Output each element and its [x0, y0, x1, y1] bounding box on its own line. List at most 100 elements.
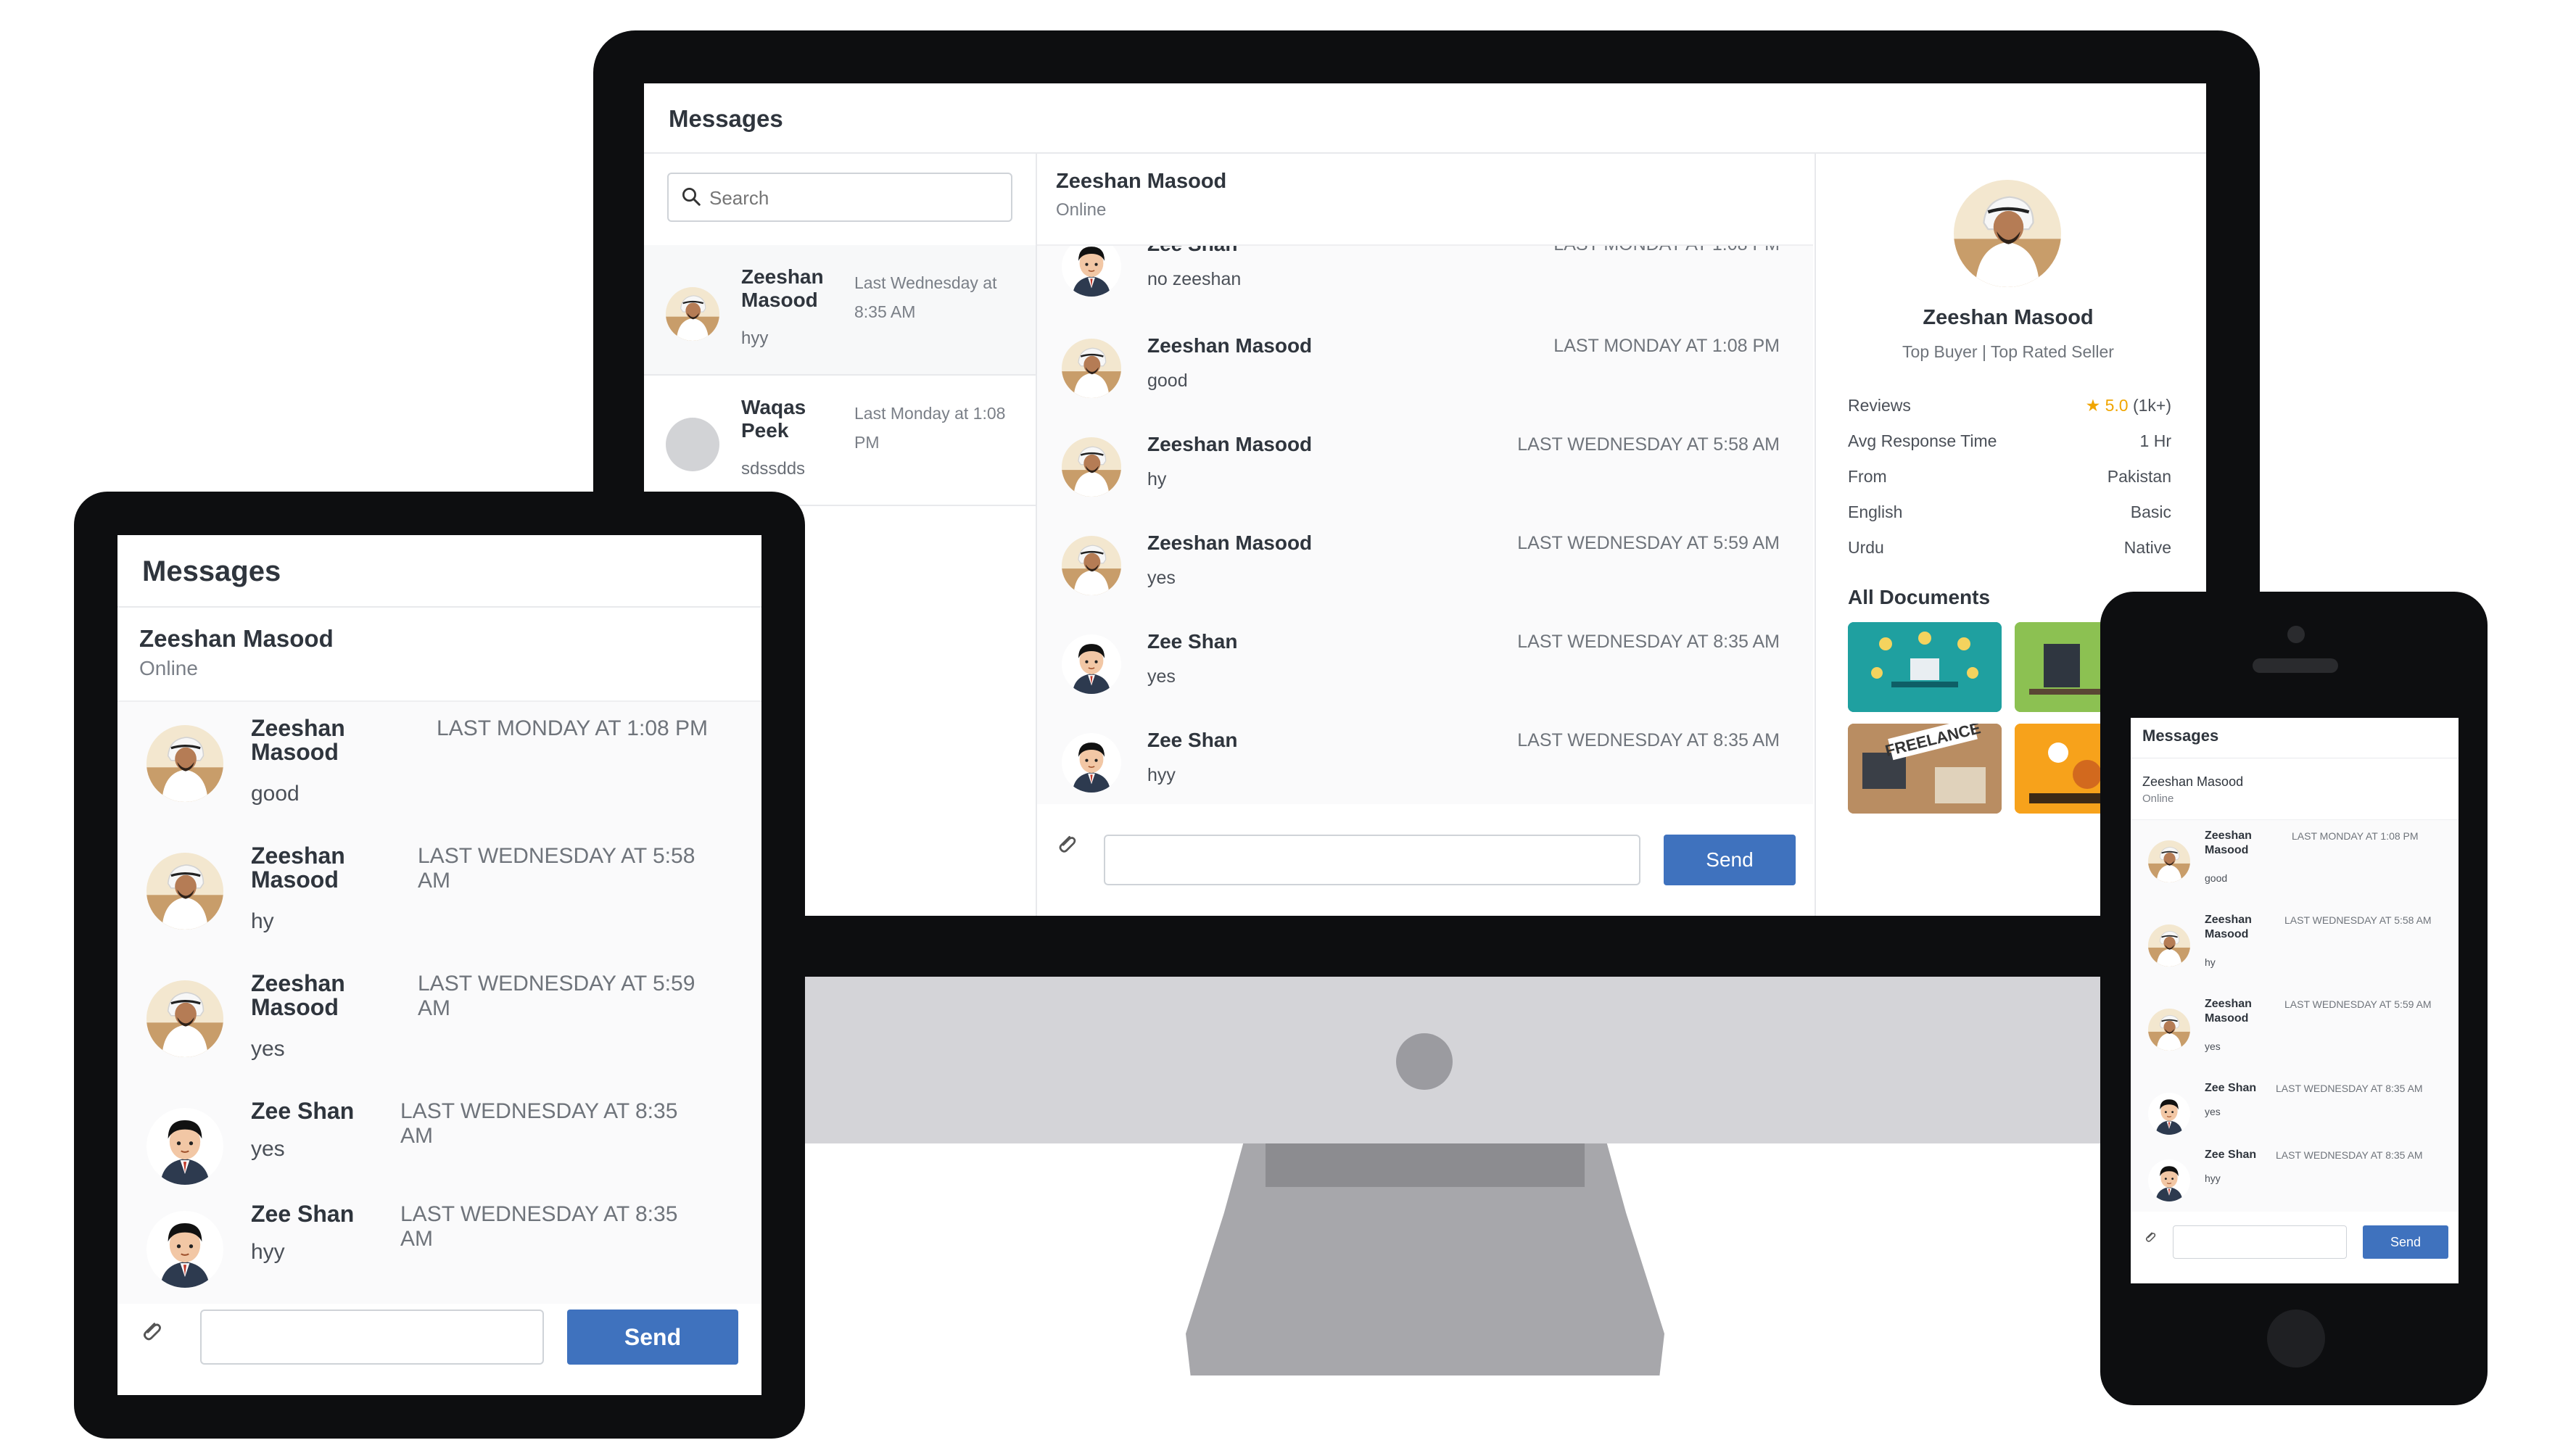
chat-panel: Zeeshan Masood Online Zee Shan LAST MOND… [1037, 154, 1813, 916]
monitor-logo-dot [1396, 1033, 1453, 1090]
send-button[interactable]: Send [2363, 1225, 2448, 1259]
message-item: Zeeshan Masood LAST WEDNESDAY AT 5:58 AM… [117, 831, 761, 959]
chat-contact-status: Online [1056, 200, 1107, 220]
avatar [2148, 924, 2190, 967]
message-time: LAST WEDNESDAY AT 5:58 AM [2284, 914, 2432, 926]
rating-count: (1k+) [2132, 396, 2171, 415]
message-thread[interactable]: Zee Shan LAST MONDAY AT 1:08 PM no zeesh… [1037, 244, 1813, 804]
message-thread[interactable]: Zeeshan Masood LAST MONDAY AT 1:08 PM go… [2131, 819, 2459, 1212]
document-image: FREELANCE [1848, 724, 2002, 814]
avatar [1062, 536, 1121, 595]
message-time: LAST MONDAY AT 1:08 PM [437, 716, 709, 740]
profile-tagline: Top Buyer | Top Rated Seller [1902, 342, 2114, 361]
message-text: no zeeshan [1147, 269, 1242, 289]
message-input[interactable] [1104, 835, 1640, 885]
avatar [146, 980, 223, 1057]
message-time: LAST WEDNESDAY AT 8:35 AM [2276, 1083, 2423, 1094]
conversation-time: Last Wednesday at 8:35 AM [854, 273, 997, 321]
message-sender: Zeeshan Masood [251, 970, 345, 1020]
message-input[interactable] [2173, 1225, 2347, 1259]
message-time: LAST WEDNESDAY AT 5:58 AM [1517, 434, 1780, 455]
stat-value: Pakistan [2107, 467, 2171, 486]
document-thumbnail[interactable] [1848, 622, 2002, 712]
header-divider [117, 606, 761, 608]
chat-contact-status: Online [139, 657, 198, 679]
message-text: yes [251, 1137, 285, 1161]
paperclip-icon[interactable] [139, 1318, 164, 1344]
message-item: Zee Shan LAST WEDNESDAY AT 8:35 AM hyy [1037, 713, 1813, 804]
message-sender: Zeeshan Masood [2205, 914, 2252, 940]
avatar [146, 1108, 223, 1185]
rating-score: 5.0 [2105, 396, 2129, 415]
star-icon: ★ [2085, 396, 2101, 415]
profile-stat-english: English Basic [1848, 502, 2171, 531]
message-text: yes [1147, 568, 1176, 588]
message-item: Zeeshan Masood LAST MONDAY AT 1:08 PM go… [1037, 318, 1813, 417]
profile-stat-urdu: Urdu Native [1848, 538, 2171, 567]
message-sender: Zee Shan [1147, 246, 1237, 256]
chat-contact-name: Zeeshan Masood [2142, 774, 2244, 789]
document-thumbnail[interactable]: FREELANCE [1848, 724, 2002, 814]
conversation-item[interactable]: Zeeshan Masood Last Wednesday at 8:35 AM… [644, 245, 1036, 376]
avatar [2148, 1159, 2190, 1201]
message-item: Zee Shan LAST WEDNESDAY AT 8:35 AM hyy [117, 1189, 761, 1317]
message-sender: Zee Shan [2205, 1082, 2257, 1094]
message-item: Zeeshan Masood LAST WEDNESDAY AT 5:58 AM… [2131, 904, 2459, 988]
avatar [146, 725, 223, 802]
message-text: good [2205, 872, 2228, 884]
message-item: Zeeshan Masood LAST MONDAY AT 1:08 PM go… [117, 703, 761, 831]
conversation-preview: hyy [741, 328, 769, 348]
message-sender: Zee Shan [1147, 630, 1238, 653]
message-text: yes [251, 1037, 285, 1061]
message-time: LAST MONDAY AT 1:08 PM [1553, 336, 1780, 356]
monitor-neck [1266, 1143, 1585, 1187]
message-time: LAST WEDNESDAY AT 8:35 AM [1517, 632, 1780, 652]
message-time: LAST WEDNESDAY AT 5:58 AM [418, 844, 695, 893]
message-time: LAST WEDNESDAY AT 8:35 AM [2276, 1149, 2423, 1161]
tablet-screen: Messages Zeeshan Masood Online Zeeshan M… [117, 535, 761, 1395]
conversation-item[interactable]: Waqas Peek Last Monday at 1:08 PM sdssdd… [644, 376, 1036, 506]
message-item: Zee Shan LAST WEDNESDAY AT 8:35 AM hyy [2131, 1139, 2459, 1223]
message-sender: Zee Shan [251, 1201, 355, 1227]
message-sender: Zee Shan [2205, 1149, 2257, 1161]
message-sender: Zee Shan [251, 1098, 355, 1124]
phone-speaker [2253, 658, 2338, 673]
stat-value: 1 Hr [2139, 431, 2171, 450]
chat-contact-name: Zeeshan Masood [1056, 170, 1227, 193]
avatar [2148, 840, 2190, 882]
search-input[interactable] [708, 174, 1001, 222]
profile-stat-from: From Pakistan [1848, 467, 2171, 496]
avatar [1062, 244, 1121, 297]
phone-home-button[interactable] [2267, 1310, 2325, 1368]
message-time: LAST WEDNESDAY AT 8:35 AM [1517, 730, 1780, 750]
profile-name: Zeeshan Masood [1923, 306, 2094, 329]
message-sender: Zeeshan Masood [1147, 433, 1313, 455]
search-box[interactable] [667, 173, 1012, 222]
message-text: hy [1147, 469, 1167, 489]
message-time: LAST WEDNESDAY AT 5:59 AM [418, 972, 695, 1020]
message-thread[interactable]: Zeeshan Masood LAST MONDAY AT 1:08 PM go… [117, 700, 761, 1304]
message-input[interactable] [200, 1310, 544, 1365]
message-item: Zee Shan LAST WEDNESDAY AT 8:35 AM yes [1037, 614, 1813, 713]
message-text: yes [1147, 666, 1176, 687]
message-item: Zee Shan LAST MONDAY AT 1:08 PM no zeesh… [1037, 244, 1813, 315]
paperclip-icon[interactable] [1056, 832, 1078, 856]
send-button[interactable]: Send [567, 1310, 738, 1365]
message-sender: Zeeshan Masood [1147, 531, 1313, 554]
stat-label: Urdu [1848, 538, 1884, 557]
message-sender: Zeeshan Masood [251, 843, 345, 893]
avatar [1062, 437, 1121, 497]
message-text: hyy [1147, 765, 1176, 785]
send-button[interactable]: Send [1664, 835, 1796, 885]
stat-label: English [1848, 502, 1903, 521]
document-image [1848, 622, 2002, 712]
avatar [2148, 1009, 2190, 1051]
profile-avatar [1954, 180, 2061, 287]
stat-label: Avg Response Time [1848, 431, 1997, 450]
avatar [1062, 733, 1121, 793]
message-item: Zeeshan Masood LAST WEDNESDAY AT 5:59 AM… [1037, 516, 1813, 614]
avatar-placeholder [666, 418, 719, 471]
message-time: LAST MONDAY AT 1:08 PM [2292, 830, 2419, 842]
phone-screen: Messages Zeeshan Masood Online Zeeshan M… [2131, 718, 2459, 1283]
paperclip-icon[interactable] [2144, 1230, 2157, 1244]
